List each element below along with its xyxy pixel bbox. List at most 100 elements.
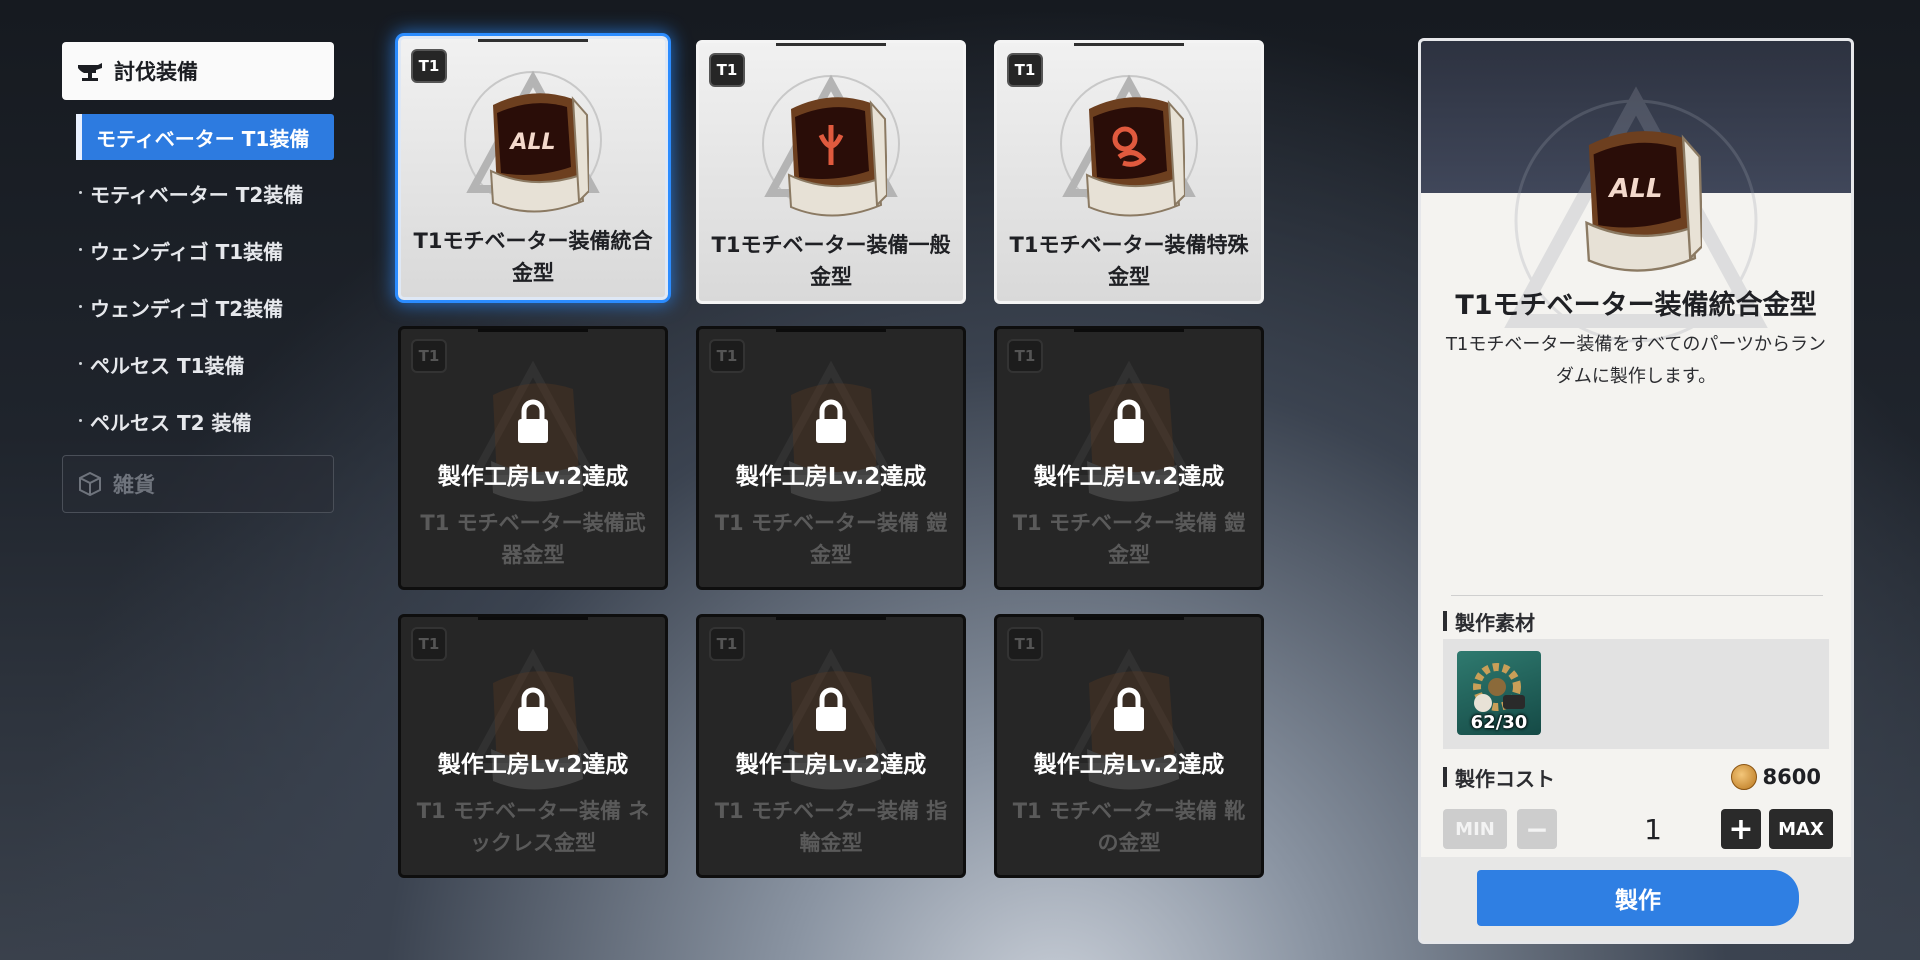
tier-badge: T1 xyxy=(709,627,745,661)
category-label: 雑貨 xyxy=(113,473,155,497)
special-mold-icon xyxy=(1085,97,1185,217)
subnav-list: モティベーター T1装備 モティベーター T2装備 ウェンディゴ T1装備 ウェ… xyxy=(62,114,334,444)
sidebar-item-motivator-t1[interactable]: モティベーター T1装備 xyxy=(76,114,334,160)
tier-badge: T1 xyxy=(709,53,745,87)
min-button[interactable]: MIN xyxy=(1443,809,1507,849)
mold-card-boots-locked[interactable]: T1 製作工房Lv.2達成 T1 モチベーター装備 靴の金型 xyxy=(994,614,1264,878)
detail-panel: ALL T1モチベーター装備統合金型 T1モチベーター装備をすべてのパーツからラ… xyxy=(1418,38,1854,944)
lock-requirement: 製作工房Lv.2達成 xyxy=(735,464,927,490)
craft-button[interactable]: 製作 xyxy=(1477,870,1799,926)
mold-card-ring-locked[interactable]: T1 製作工房Lv.2達成 T1 モチベーター装備 指輪金型 xyxy=(696,614,966,878)
sidebar-item-label: モティベーター T1装備 xyxy=(96,126,310,151)
sidebar-item-wendigo-t1[interactable]: ウェンディゴ T1装備 xyxy=(76,227,334,273)
all-mold-icon: ALL xyxy=(489,93,589,213)
bullet-dot xyxy=(79,305,82,308)
card-top-bar xyxy=(1074,43,1184,46)
sidebar-item-label: ウェンディゴ T2装備 xyxy=(90,296,284,321)
materials-label: 製作素材 xyxy=(1443,607,1535,636)
section-divider xyxy=(1451,595,1823,596)
bullet-dot xyxy=(79,191,82,194)
bullet-dot xyxy=(79,248,82,251)
lock-requirement: 製作工房Lv.2達成 xyxy=(437,752,629,778)
card-title: T1 モチベーター装備 鎧金型 xyxy=(1012,511,1246,567)
card-top-bar xyxy=(478,39,588,42)
mold-card-armor-locked[interactable]: T1 製作工房Lv.2達成 T1 モチベーター装備 鎧金型 xyxy=(696,326,966,590)
bullet-dot xyxy=(79,362,82,365)
card-top-bar xyxy=(1074,329,1184,332)
max-button[interactable]: MAX xyxy=(1769,809,1833,849)
minus-button[interactable]: − xyxy=(1517,809,1557,849)
card-title: T1 モチベーター装備 鎧金型 xyxy=(714,511,948,567)
card-title: T1 モチベーター装備 靴の金型 xyxy=(1012,799,1246,855)
lock-icon xyxy=(518,687,548,731)
mold-card-general[interactable]: T1 T1モチベーター装備一般金型 xyxy=(696,40,966,304)
tier-badge: T1 xyxy=(1007,339,1043,373)
category-label: 討伐装備 xyxy=(114,60,198,84)
quantity-value[interactable]: 1 xyxy=(1593,809,1713,849)
card-top-bar xyxy=(776,329,886,332)
anvil-icon xyxy=(78,63,102,81)
general-mold-icon xyxy=(787,97,887,217)
card-title: T1 モチベーター装備 ネックレス金型 xyxy=(416,799,650,855)
lock-icon xyxy=(816,399,846,443)
card-title: T1モチベーター装備一般金型 xyxy=(711,233,951,289)
mold-card-armor2-locked[interactable]: T1 製作工房Lv.2達成 T1 モチベーター装備 鎧金型 xyxy=(994,326,1264,590)
bullet-dot xyxy=(79,419,82,422)
card-title: T1 モチベーター装備武器金型 xyxy=(420,511,646,567)
mold-card-weapon-locked[interactable]: T1 製作工房Lv.2達成 T1 モチベーター装備武器金型 xyxy=(398,326,668,590)
lock-icon xyxy=(518,399,548,443)
sidebar-item-perses-t2[interactable]: ペルセス T2 装備 xyxy=(76,398,334,444)
card-top-bar xyxy=(1074,617,1184,620)
svg-text:ALL: ALL xyxy=(508,130,555,155)
mold-card-special[interactable]: T1 T1モチベーター装備特殊金型 xyxy=(994,40,1264,304)
sidebar-item-wendigo-t2[interactable]: ウェンディゴ T2装備 xyxy=(76,284,334,330)
mold-grid: T1 ALL T1モチベーター装備統合金型 T1 T1モチベーター装備一般金型 xyxy=(398,36,1270,884)
coin-icon xyxy=(1730,764,1757,790)
lock-requirement: 製作工房Lv.2達成 xyxy=(1033,464,1225,490)
mold-card-all[interactable]: T1 ALL T1モチベーター装備統合金型 xyxy=(398,36,668,300)
sidebar-item-perses-t1[interactable]: ペルセス T1装備 xyxy=(76,341,334,387)
card-title: T1モチベーター装備統合金型 xyxy=(413,229,653,285)
materials-box: 62/30 xyxy=(1443,639,1829,749)
lock-requirement: 製作工房Lv.2達成 xyxy=(1033,752,1225,778)
tier-badge: T1 xyxy=(1007,53,1043,87)
sidebar-item-label: モティベーター T2装備 xyxy=(90,182,304,207)
lock-requirement: 製作工房Lv.2達成 xyxy=(735,752,927,778)
material-count: 62/30 xyxy=(1470,712,1528,733)
card-top-bar xyxy=(478,329,588,332)
lock-icon xyxy=(816,687,846,731)
tier-badge: T1 xyxy=(1007,627,1043,661)
mold-card-necklace-locked[interactable]: T1 製作工房Lv.2達成 T1 モチベーター装備 ネックレス金型 xyxy=(398,614,668,878)
sidebar-item-label: ペルセス T2 装備 xyxy=(90,410,252,435)
lock-requirement: 製作工房Lv.2達成 xyxy=(437,464,629,490)
svg-text:ALL: ALL xyxy=(1607,174,1662,204)
sidebar: 討伐装備 モティベーター T1装備 モティベーター T2装備 ウェンディゴ T1… xyxy=(62,42,334,513)
box-icon xyxy=(79,471,101,497)
sidebar-item-label: ペルセス T1装備 xyxy=(90,353,245,378)
material-slot[interactable]: 62/30 xyxy=(1457,651,1541,735)
lock-icon xyxy=(1114,687,1144,731)
plus-button[interactable]: + xyxy=(1721,809,1761,849)
category-tab-goods[interactable]: 雑貨 xyxy=(62,455,334,513)
card-top-bar xyxy=(776,617,886,620)
cost-display: 8600 xyxy=(1730,764,1821,790)
craft-footer: 製作 xyxy=(1421,857,1851,941)
item-title: T1モチベーター装備統合金型 xyxy=(1455,290,1817,321)
category-tab-subjugation-gear[interactable]: 討伐装備 xyxy=(62,42,334,100)
card-top-bar xyxy=(776,43,886,46)
sidebar-item-motivator-t2[interactable]: モティベーター T2装備 xyxy=(76,170,334,216)
card-title: T1モチベーター装備特殊金型 xyxy=(1009,233,1249,289)
cost-label: 製作コスト xyxy=(1443,763,1555,792)
quantity-stepper: MIN − 1 + MAX xyxy=(1443,809,1833,851)
tier-badge: T1 xyxy=(411,339,447,373)
item-description: T1モチベーター装備をすべてのパーツからランダムに製作します。 xyxy=(1445,334,1827,387)
all-mold-icon: ALL xyxy=(1585,131,1702,272)
sidebar-item-label: ウェンディゴ T1装備 xyxy=(90,239,284,264)
lock-icon xyxy=(1114,399,1144,443)
card-title: T1 モチベーター装備 指輪金型 xyxy=(714,799,948,855)
tier-badge: T1 xyxy=(709,339,745,373)
cost-value: 8600 xyxy=(1762,765,1821,789)
tier-badge: T1 xyxy=(411,49,447,83)
card-top-bar xyxy=(478,617,588,620)
tier-badge: T1 xyxy=(411,627,447,661)
